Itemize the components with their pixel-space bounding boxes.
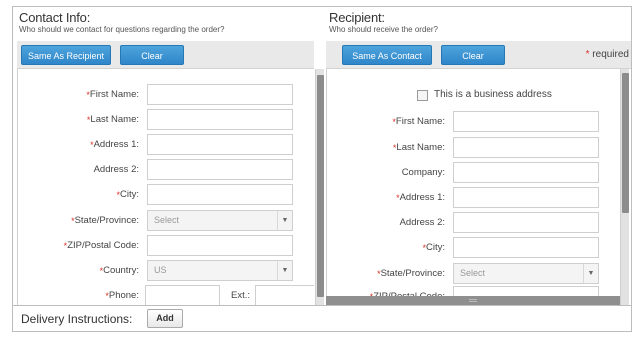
contact-zip-label: *ZIP/Postal Code: [63, 240, 139, 251]
recipient-toolbar: Same As Contact Clear * required [326, 41, 631, 69]
chevron-down-icon: ▼ [277, 211, 292, 230]
contact-state-select[interactable]: Select ▼ [147, 210, 293, 231]
contact-city-label: *City: [116, 189, 139, 200]
required-note: * required [586, 49, 629, 60]
contact-phone-input[interactable] [145, 285, 220, 305]
add-delivery-instructions-button[interactable]: Add [147, 309, 183, 328]
recipient-address2-input[interactable] [453, 212, 599, 233]
recipient-scrollbar[interactable] [620, 69, 629, 305]
contact-address1-input[interactable] [147, 134, 293, 155]
recipient-city-label: *City: [422, 242, 445, 253]
contact-info-header: Contact Info: Who should we contact for … [19, 7, 319, 41]
recipient-address1-row: *Address 1: [327, 187, 620, 209]
recipient-state-value: Select [460, 268, 486, 278]
contact-city-input[interactable] [147, 184, 293, 205]
recipient-state-row: *State/Province: Select ▼ [327, 263, 620, 285]
recipient-first-name-label: *First Name: [392, 116, 445, 127]
recipient-address1-label: *Address 1: [396, 192, 445, 203]
contact-country-value: US [154, 265, 167, 275]
recipient-state-select[interactable]: Select ▼ [453, 263, 599, 284]
scroll-thumb[interactable] [622, 73, 629, 213]
contact-phone-label: *Phone: [105, 290, 139, 301]
contact-first-name-row: *First Name: [18, 84, 314, 106]
contact-country-label: *Country: [99, 265, 139, 276]
contact-state-value: Select [154, 215, 180, 225]
recipient-company-row: Company: [327, 162, 620, 184]
contact-address2-input[interactable] [147, 159, 293, 180]
contact-info-subtitle: Who should we contact for questions rega… [19, 25, 225, 34]
recipient-last-name-input[interactable] [453, 137, 599, 158]
contact-address2-row: Address 2: [18, 159, 314, 181]
chevron-down-icon: ▼ [583, 264, 598, 283]
contact-ext-input[interactable] [255, 285, 314, 305]
business-address-row: This is a business address [327, 87, 620, 103]
contact-address2-label: Address 2: [93, 164, 139, 175]
required-star: * [585, 49, 590, 60]
recipient-form-panel: This is a business address *First Name: … [326, 69, 620, 305]
recipient-state-label: *State/Province: [377, 268, 445, 279]
contact-form-panel: *First Name: *Last Name: *Address 1: Add… [17, 69, 314, 305]
contact-last-name-row: *Last Name: [18, 109, 314, 131]
same-as-contact-button[interactable]: Same As Contact [342, 45, 432, 65]
chevron-down-icon: ▼ [277, 261, 292, 280]
contact-country-row: *Country: US ▼ [18, 260, 314, 282]
recipient-subtitle: Who should receive the order? [329, 25, 438, 34]
scroll-thumb[interactable] [317, 75, 324, 297]
recipient-address2-label: Address 2: [399, 217, 445, 228]
recipient-title: Recipient: [329, 10, 385, 25]
scroll-grip-icon [469, 299, 477, 302]
contact-ext-label: Ext.: [230, 290, 250, 301]
contact-first-name-label: *First Name: [86, 89, 139, 100]
business-address-checkbox[interactable] [417, 90, 428, 101]
same-as-recipient-button[interactable]: Same As Recipient [21, 45, 111, 65]
recipient-last-name-row: *Last Name: [327, 137, 620, 159]
contact-zip-row: *ZIP/Postal Code: [18, 235, 314, 257]
delivery-instructions-label: Delivery Instructions: [21, 312, 133, 326]
recipient-company-input[interactable] [453, 162, 599, 183]
recipient-first-name-row: *First Name: [327, 111, 620, 133]
contact-city-row: *City: [18, 184, 314, 206]
contact-first-name-input[interactable] [147, 84, 293, 105]
recipient-city-row: *City: [327, 237, 620, 259]
recipient-last-name-label: *Last Name: [392, 142, 445, 153]
contact-address1-row: *Address 1: [18, 134, 314, 156]
contact-country-select[interactable]: US ▼ [147, 260, 293, 281]
contact-state-row: *State/Province: Select ▼ [18, 210, 314, 232]
contact-info-title: Contact Info: [19, 10, 91, 25]
recipient-first-name-input[interactable] [453, 111, 599, 132]
recipient-horizontal-scrollbar[interactable] [326, 296, 620, 305]
recipient-company-label: Company: [401, 167, 445, 178]
delivery-instructions-bar: Delivery Instructions: Add [13, 305, 631, 331]
recipient-address1-input[interactable] [453, 187, 599, 208]
contact-clear-button[interactable]: Clear [120, 45, 184, 65]
order-form: Contact Info: Who should we contact for … [12, 6, 632, 332]
contact-state-label: *State/Province: [71, 215, 139, 226]
contact-zip-input[interactable] [147, 235, 293, 256]
contact-address1-label: *Address 1: [90, 139, 139, 150]
recipient-city-input[interactable] [453, 237, 599, 258]
contact-scrollbar[interactable] [315, 69, 324, 305]
required-label: required [592, 49, 629, 60]
contact-last-name-label: *Last Name: [86, 114, 139, 125]
contact-toolbar: Same As Recipient Clear [17, 41, 314, 69]
recipient-address2-row: Address 2: [327, 212, 620, 234]
contact-last-name-input[interactable] [147, 109, 293, 130]
recipient-clear-button[interactable]: Clear [441, 45, 505, 65]
recipient-header: Recipient: Who should receive the order? [329, 7, 629, 41]
business-address-label: This is a business address [434, 89, 552, 100]
contact-phone-row: *Phone: Ext.: [18, 285, 314, 305]
